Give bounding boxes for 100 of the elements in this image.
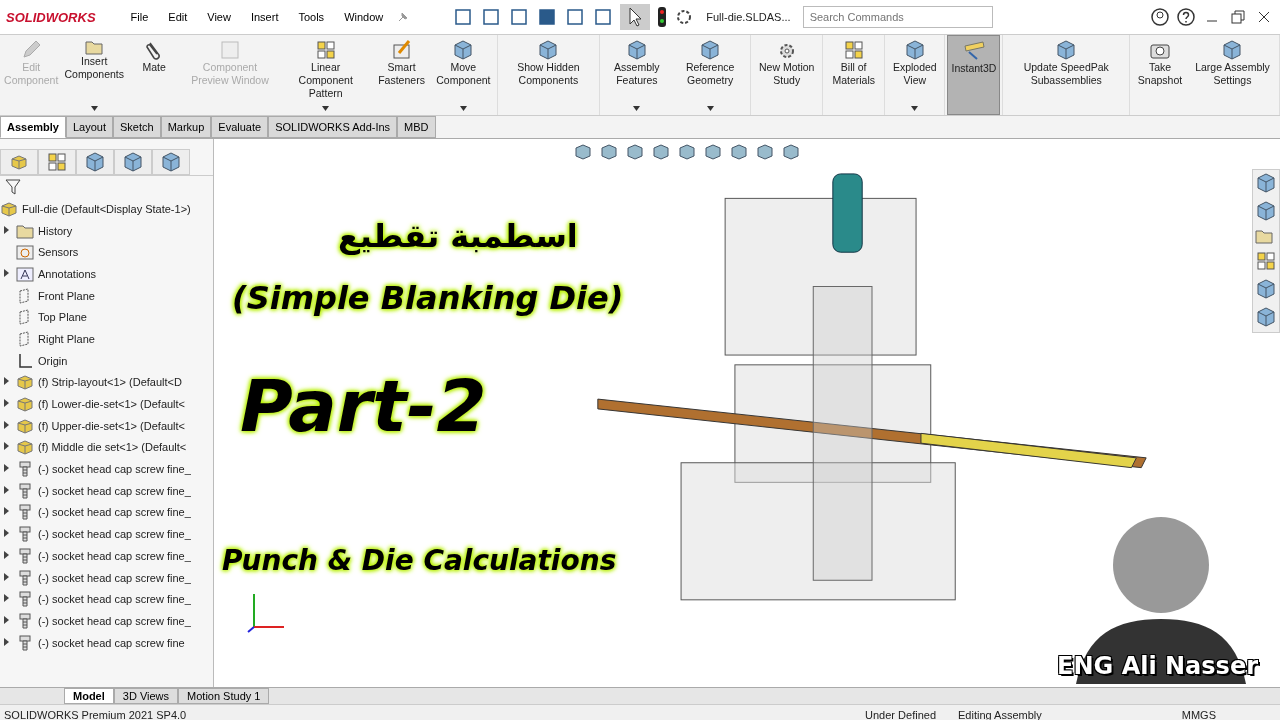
expand-arrow-icon[interactable] — [3, 615, 9, 624]
ribbon-button[interactable]: Linear Component Pattern — [279, 35, 372, 115]
ribbon-button[interactable]: Show Hidden Components — [500, 35, 597, 115]
grid-icon — [46, 151, 68, 173]
user-icon[interactable] — [1150, 7, 1170, 27]
model-tab[interactable]: 3D Views — [113, 688, 179, 704]
menu-item[interactable]: Insert — [243, 11, 286, 23]
menu-item[interactable]: View — [200, 11, 238, 23]
ribbon-tab[interactable]: Markup — [160, 116, 212, 138]
menu-item[interactable]: Edit — [161, 11, 195, 23]
expand-arrow-icon[interactable] — [3, 485, 9, 494]
view-tool-icon[interactable] — [781, 143, 801, 161]
expand-arrow-icon[interactable] — [3, 572, 9, 581]
tree-item[interactable]: (-) socket head cap screw fine_ — [0, 566, 199, 589]
tree-item[interactable]: (-) socket head cap screw fine — [0, 631, 199, 654]
panel-tab[interactable] — [76, 149, 114, 175]
ribbon-button[interactable]: Smart Fasteners — [371, 35, 432, 115]
tree-item[interactable]: (-) socket head cap screw fine_ — [0, 610, 199, 632]
expand-arrow-icon[interactable] — [3, 399, 9, 408]
expand-arrow-icon[interactable] — [3, 550, 9, 559]
status-version: SOLIDWORKS Premium 2021 SP4.0 — [4, 708, 187, 720]
restore-icon[interactable] — [1228, 7, 1248, 27]
menu-item[interactable]: Tools — [291, 11, 332, 23]
ribbon-button[interactable]: Update SpeedPak Subassemblies — [1005, 35, 1128, 115]
view-tool-icon[interactable] — [625, 143, 645, 161]
cube-icon — [537, 39, 560, 61]
caret-icon — [459, 106, 467, 111]
caret-icon — [706, 106, 714, 111]
screw-icon — [16, 547, 34, 564]
ribbon-tab[interactable]: MBD — [397, 116, 436, 138]
view-tool-icon[interactable] — [677, 143, 697, 161]
expand-arrow-icon[interactable] — [3, 420, 9, 429]
expand-arrow-icon[interactable] — [3, 507, 9, 516]
tree-item[interactable]: (f) Middle die set<1> (Default< — [0, 436, 199, 459]
tree-item[interactable]: History — [0, 219, 199, 242]
panel-tab[interactable] — [0, 149, 38, 175]
caret-icon — [322, 106, 330, 111]
status-units[interactable]: MMGS — [1181, 708, 1216, 720]
model-tab[interactable]: Motion Study 1 — [178, 688, 270, 704]
expand-arrow-icon[interactable] — [3, 377, 9, 386]
ribbon-button[interactable]: New Motion Study — [753, 35, 821, 115]
ribbon-button[interactable]: Take Snapshot — [1132, 35, 1188, 115]
model-tab[interactable]: Model — [64, 688, 114, 704]
traffic-light-icon[interactable] — [656, 6, 669, 28]
ribbon-tab[interactable]: SOLIDWORKS Add-Ins — [268, 116, 398, 138]
ribbon-button[interactable]: Exploded View — [887, 35, 943, 115]
panel-tab[interactable] — [152, 149, 190, 175]
app-logo: SOLIDWORKS — [6, 9, 96, 25]
tree-item[interactable]: Front Plane — [0, 284, 199, 307]
help-icon[interactable] — [1176, 7, 1196, 27]
caret-icon — [911, 106, 919, 111]
ribbon-tab[interactable]: Sketch — [113, 116, 161, 138]
tree-item[interactable]: (f) Upper-die-set<1> (Default< — [0, 414, 199, 437]
expand-arrow-icon[interactable] — [3, 529, 9, 538]
ribbon-button[interactable]: Move Component — [431, 35, 496, 115]
tree-item[interactable]: (f) Strip-layout<1> (Default<D — [0, 371, 199, 394]
expand-arrow-icon[interactable] — [3, 442, 9, 451]
view-tool-icon[interactable] — [651, 143, 671, 161]
tree-item[interactable]: Annotations — [0, 263, 199, 285]
panel-tab[interactable] — [114, 149, 152, 175]
panel-tab[interactable] — [38, 149, 76, 175]
tree-item[interactable]: (-) socket head cap screw fine_ — [0, 479, 199, 502]
expand-arrow-icon[interactable] — [3, 594, 9, 603]
filter-icon[interactable] — [4, 178, 24, 196]
search-field[interactable]: Search Commands — [802, 6, 993, 28]
expand-arrow-icon[interactable] — [3, 268, 9, 277]
tree-item[interactable]: (f) Lower-die-set<1> (Default< — [0, 393, 199, 415]
tree-item[interactable]: (-) socket head cap screw fine_ — [0, 523, 199, 545]
ribbon-button[interactable]: Instant3D — [947, 35, 1001, 115]
menu-item[interactable]: File — [123, 11, 156, 23]
ribbon-tab[interactable]: Layout — [66, 116, 113, 138]
view-tool-icon[interactable] — [573, 143, 593, 161]
ribbon-button[interactable]: Insert Components — [60, 35, 129, 115]
tree-item[interactable]: Top Plane — [0, 306, 199, 329]
tree-item[interactable]: (-) socket head cap screw fine_ — [0, 588, 199, 611]
ribbon-tab[interactable]: Evaluate — [211, 116, 269, 138]
tree-item[interactable]: (-) socket head cap screw fine_ — [0, 458, 199, 480]
grid-icon — [314, 39, 337, 61]
expand-arrow-icon[interactable] — [3, 637, 9, 646]
tree-root[interactable]: Full-die (Default<Display State-1>) — [0, 198, 199, 220]
tree-item[interactable]: Right Plane — [0, 328, 199, 350]
view-tool-icon[interactable] — [729, 143, 749, 161]
tree-item[interactable]: Sensors — [0, 241, 199, 264]
expand-arrow-icon[interactable] — [3, 464, 9, 473]
ribbon-button[interactable]: Large Assembly Settings — [1187, 35, 1277, 115]
tree-item[interactable]: (-) socket head cap screw fine_ — [0, 501, 199, 524]
menu-item[interactable]: Window — [337, 11, 391, 23]
ribbon-button[interactable]: Assembly Features — [601, 35, 673, 115]
pencil-icon — [20, 39, 43, 61]
ribbon-button[interactable]: Mate — [128, 35, 181, 115]
tree-item[interactable]: (-) socket head cap screw fine_ — [0, 545, 199, 567]
expand-arrow-icon[interactable] — [3, 225, 9, 234]
ribbon-button[interactable]: Bill of Materials — [825, 35, 883, 115]
ribbon-button[interactable]: Reference Geometry — [672, 35, 749, 115]
view-tool-icon[interactable] — [755, 143, 775, 161]
view-tool-icon[interactable] — [703, 143, 723, 161]
overlay-subtitle: (Simple Blanking Die) — [232, 279, 624, 317]
tree-item[interactable]: Origin — [0, 349, 199, 372]
view-tool-icon[interactable] — [599, 143, 619, 161]
ribbon-tab[interactable]: Assembly — [0, 116, 66, 138]
